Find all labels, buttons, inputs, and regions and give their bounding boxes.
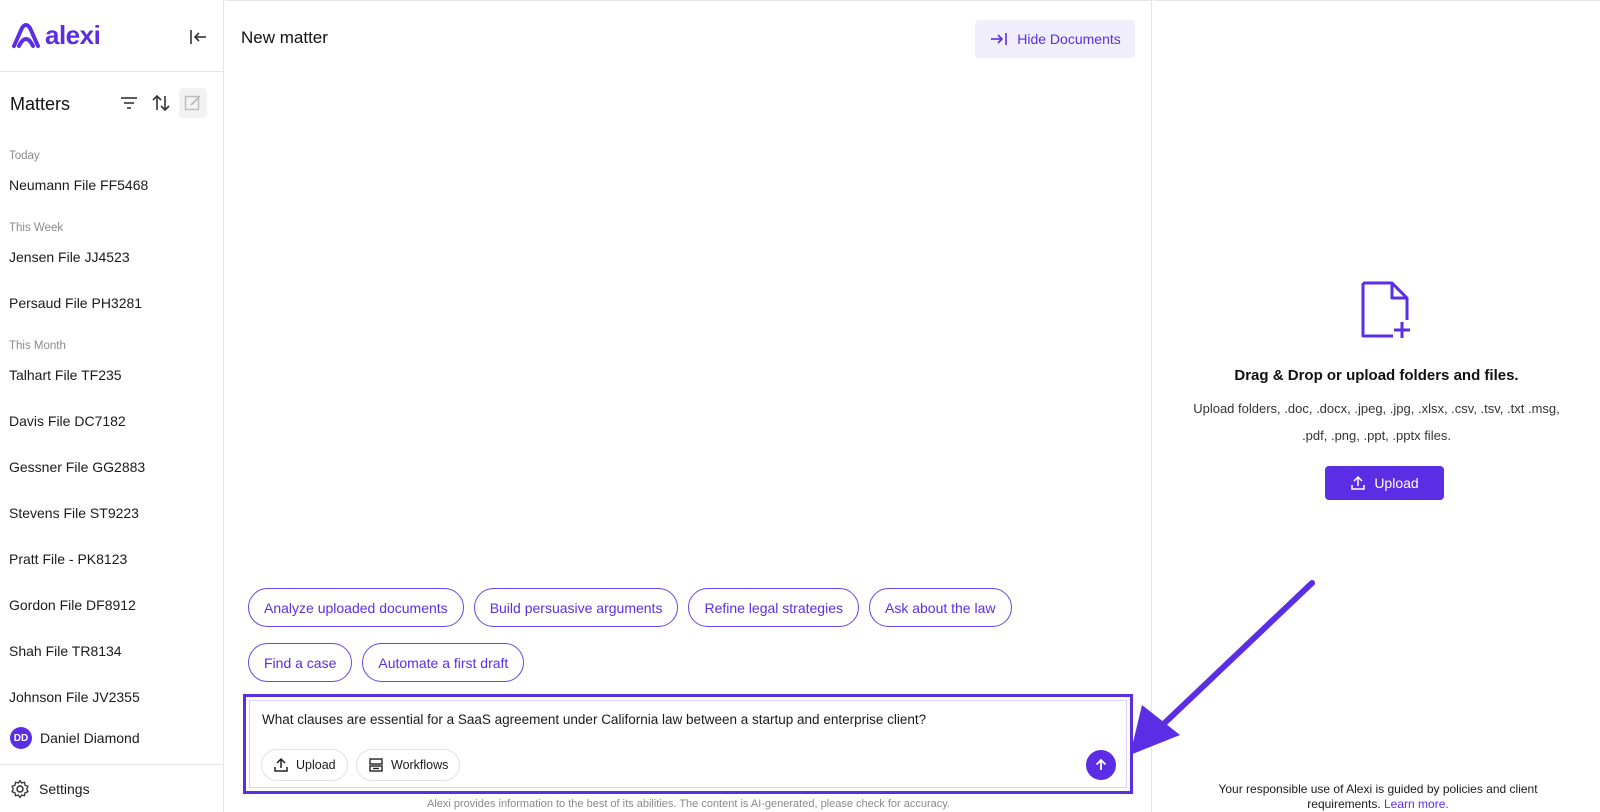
send-button[interactable] bbox=[1086, 750, 1116, 780]
hide-documents-button[interactable]: Hide Documents bbox=[975, 20, 1135, 58]
settings-button[interactable]: Settings bbox=[0, 764, 224, 812]
hide-documents-label: Hide Documents bbox=[1017, 31, 1121, 47]
filter-button[interactable] bbox=[115, 88, 143, 118]
matter-item[interactable]: Persaud File PH3281 bbox=[0, 280, 223, 326]
matter-item[interactable]: Shah File TR8134 bbox=[0, 628, 223, 674]
user-profile[interactable]: DD Daniel Diamond bbox=[0, 722, 224, 754]
matter-item[interactable]: Pratt File - PK8123 bbox=[0, 536, 223, 582]
message-input[interactable]: What clauses are essential for a SaaS ag… bbox=[262, 712, 926, 727]
matter-item[interactable]: Gordon File DF8912 bbox=[0, 582, 223, 628]
sort-button[interactable] bbox=[147, 88, 175, 118]
edit-icon bbox=[184, 95, 201, 111]
workflows-label: Workflows bbox=[391, 758, 449, 772]
upload-label: Upload bbox=[1374, 475, 1419, 491]
suggestion-chip[interactable]: Refine legal strategies bbox=[688, 588, 859, 627]
group-label-this-week: This Week bbox=[9, 222, 64, 234]
matters-header: Matters bbox=[0, 72, 223, 136]
composer-box: What clauses are essential for a SaaS ag… bbox=[249, 700, 1127, 788]
gear-icon bbox=[11, 779, 29, 798]
suggestion-chip[interactable]: Ask about the law bbox=[868, 588, 1012, 627]
matter-item[interactable]: Stevens File ST9223 bbox=[0, 490, 223, 536]
suggestion-chip[interactable]: Automate a first draft bbox=[362, 643, 525, 682]
message-composer: What clauses are essential for a SaaS ag… bbox=[243, 694, 1133, 794]
collapse-sidebar-icon[interactable] bbox=[187, 26, 209, 48]
alexi-logo-icon bbox=[12, 22, 40, 48]
suggestion-chip[interactable]: Build persuasive arguments bbox=[473, 588, 679, 627]
policy-text: Your responsible use of Alexi is guided … bbox=[1218, 782, 1538, 811]
composer-upload-label: Upload bbox=[296, 758, 336, 772]
arrow-up-icon bbox=[1095, 758, 1107, 770]
sidebar: alexi Matters Today Neumann File FF5468 … bbox=[0, 0, 224, 812]
matter-item[interactable]: Johnson File JV2355 bbox=[0, 674, 223, 720]
group-label-this-month: This Month bbox=[9, 340, 66, 352]
matters-title: Matters bbox=[10, 93, 71, 114]
user-name: Daniel Diamond bbox=[40, 730, 140, 746]
upload-icon bbox=[1351, 475, 1366, 490]
workflows-icon bbox=[369, 758, 383, 772]
suggestion-row: Analyze uploaded documents Build persuas… bbox=[248, 588, 1128, 627]
matter-item[interactable]: Talhart File TF235 bbox=[0, 352, 223, 398]
drop-title: Drag & Drop or upload folders and files. bbox=[1234, 367, 1519, 384]
group-label-today: Today bbox=[9, 150, 40, 162]
file-add-icon bbox=[1361, 281, 1410, 338]
suggestion-chips: Analyze uploaded documents Build persuas… bbox=[248, 588, 1128, 698]
suggestion-chip[interactable]: Analyze uploaded documents bbox=[248, 588, 464, 627]
learn-more-link[interactable]: Learn more. bbox=[1384, 797, 1449, 811]
upload-icon bbox=[274, 757, 288, 772]
policy-notice: Your responsible use of Alexi is guided … bbox=[1193, 782, 1563, 812]
upload-button[interactable]: Upload bbox=[1325, 466, 1444, 500]
matter-item[interactable]: Davis File DC7182 bbox=[0, 398, 223, 444]
settings-label: Settings bbox=[39, 780, 90, 797]
logo-row: alexi bbox=[0, 0, 223, 72]
drop-subtitle: Upload folders, .doc, .docx, .jpeg, .jpg… bbox=[1193, 401, 1560, 443]
filter-icon bbox=[121, 97, 137, 109]
workflows-button[interactable]: Workflows bbox=[356, 749, 461, 781]
avatar: DD bbox=[10, 727, 32, 749]
new-matter-button[interactable] bbox=[179, 88, 207, 118]
collapse-right-icon bbox=[991, 33, 1008, 45]
suggestion-chip[interactable]: Find a case bbox=[248, 643, 353, 682]
documents-panel: Drag & Drop or upload folders and files.… bbox=[1153, 0, 1600, 812]
matters-toolbar bbox=[115, 88, 207, 118]
suggestion-row: Find a case Automate a first draft bbox=[248, 643, 1128, 682]
page-title: New matter bbox=[241, 28, 328, 47]
brand-name: alexi bbox=[45, 20, 101, 50]
chat-panel: New matter Hide Documents Analyze upload… bbox=[225, 0, 1152, 812]
ai-disclaimer: Alexi provides information to the best o… bbox=[427, 798, 950, 810]
matter-item[interactable]: Neumann File FF5468 bbox=[0, 162, 223, 208]
composer-upload-button[interactable]: Upload bbox=[261, 749, 348, 781]
sort-icon bbox=[152, 94, 170, 112]
matter-item[interactable]: Gessner File GG2883 bbox=[0, 444, 223, 490]
matter-item[interactable]: Jensen File JJ4523 bbox=[0, 234, 223, 280]
matters-list: Today Neumann File FF5468 This Week Jens… bbox=[0, 136, 223, 720]
